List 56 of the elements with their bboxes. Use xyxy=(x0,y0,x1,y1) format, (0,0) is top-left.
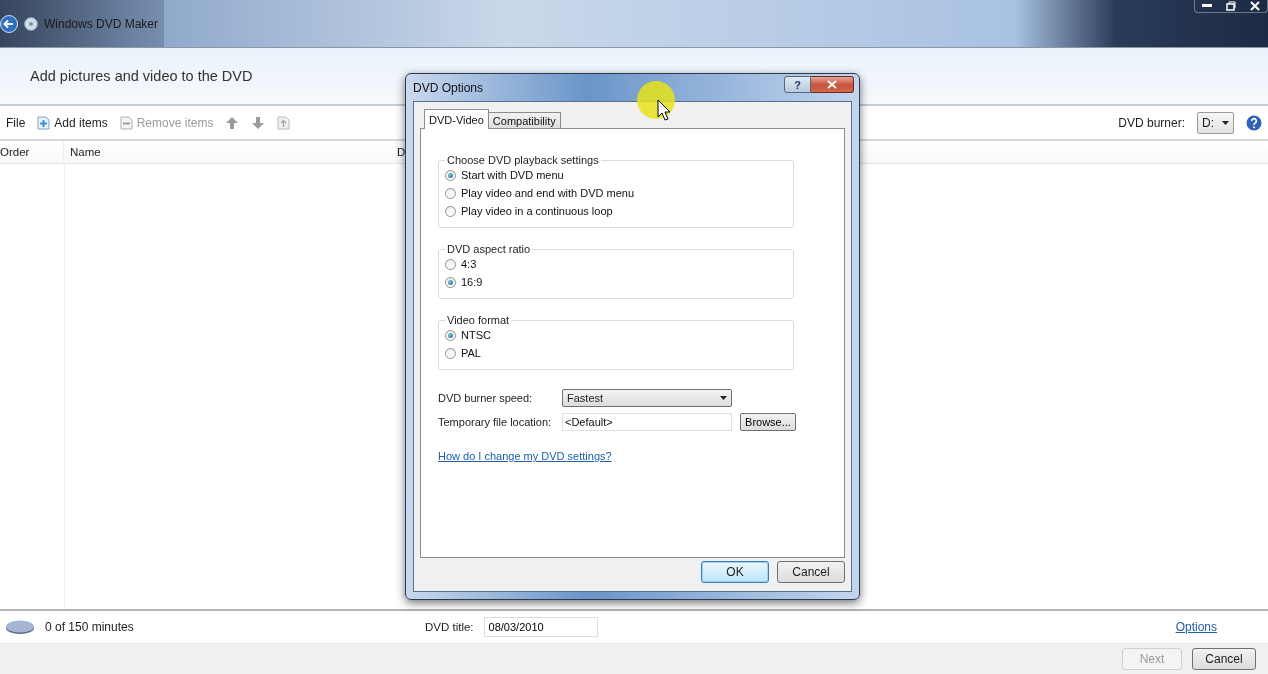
radio-button[interactable] xyxy=(445,258,456,270)
radio-button[interactable] xyxy=(445,347,456,359)
dialog-title: DVD Options xyxy=(413,80,484,95)
radio-option[interactable]: 16:9 xyxy=(445,273,793,291)
burner-dropdown[interactable]: D: xyxy=(1197,111,1234,134)
radio-option[interactable]: Play video and end with DVD menu xyxy=(445,184,793,202)
minimize-icon xyxy=(1202,4,1212,8)
column-header[interactable]: Name xyxy=(64,141,397,163)
ok-button[interactable]: OK xyxy=(701,560,769,583)
radio-option[interactable]: Start with DVD menu xyxy=(445,166,793,184)
help-button[interactable]: ? xyxy=(784,76,811,93)
radio-option[interactable]: NTSC xyxy=(445,326,793,344)
cancel-button[interactable]: Cancel xyxy=(777,560,845,583)
add-file-icon xyxy=(37,115,51,130)
tab[interactable]: DVD-Video xyxy=(424,109,489,129)
up-arrow-icon[interactable] xyxy=(225,115,240,130)
column-header[interactable]: Order xyxy=(0,141,64,163)
window-title: Windows DVD Maker xyxy=(44,16,159,31)
help-icon[interactable] xyxy=(1246,114,1262,131)
cancel-button[interactable]: Cancel xyxy=(1192,648,1256,670)
down-arrow-icon[interactable] xyxy=(251,115,266,130)
location-label: Temporary file location: xyxy=(438,415,553,428)
radio-option[interactable]: Play video in a continuous loop xyxy=(445,202,793,220)
radio-option[interactable]: PAL xyxy=(445,344,793,362)
location-field[interactable]: <Default> xyxy=(562,412,732,431)
caret-icon xyxy=(1222,120,1229,125)
group-label: DVD aspect ratio xyxy=(446,243,532,255)
close-icon xyxy=(827,80,837,89)
radio-button[interactable] xyxy=(445,169,456,181)
radio-option[interactable]: 4:3 xyxy=(445,255,793,273)
speed-label: DVD burner speed: xyxy=(438,391,534,404)
dvd-title-label: DVD title: xyxy=(425,621,474,633)
close-icon xyxy=(1250,1,1260,11)
burner-label: DVD burner: xyxy=(1118,115,1185,130)
group-label: Choose DVD playback settings xyxy=(446,154,600,166)
tab[interactable]: Compatibility xyxy=(487,112,561,129)
page-heading: Add pictures and video to the DVD xyxy=(30,68,253,84)
radio-button[interactable] xyxy=(445,187,456,199)
menu-item[interactable]: File xyxy=(6,115,26,130)
group-label: Video format xyxy=(446,314,511,326)
radio-button[interactable] xyxy=(445,205,456,217)
capacity-text: 0 of 150 minutes xyxy=(45,620,135,634)
caret-icon xyxy=(720,395,727,400)
help-link[interactable]: How do I change my DVD settings? xyxy=(438,450,612,462)
browse-button[interactable]: Browse... xyxy=(740,412,796,431)
disc-icon xyxy=(5,619,35,635)
speed-dropdown[interactable]: Fastest xyxy=(562,388,732,407)
remove-file-icon xyxy=(119,115,133,130)
radio-button[interactable] xyxy=(445,329,456,341)
close-button[interactable] xyxy=(811,76,854,93)
document-up-icon[interactable] xyxy=(277,115,291,130)
toolbar-button[interactable]: Add items xyxy=(37,115,108,130)
disc-icon xyxy=(24,16,38,31)
dvd-title-field[interactable]: 08/03/2010 xyxy=(483,617,598,637)
radio-button[interactable] xyxy=(445,276,456,288)
options-link[interactable]: Options xyxy=(1175,620,1217,634)
